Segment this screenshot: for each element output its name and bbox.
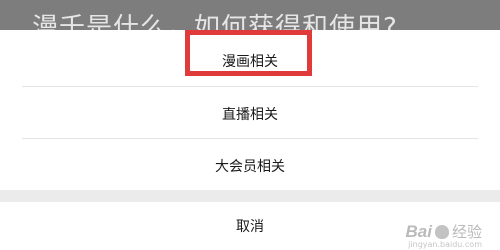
divider bbox=[22, 86, 478, 87]
option-premium-membership[interactable]: 大会员相关 bbox=[0, 140, 500, 192]
action-sheet-options: 漫画相关 直播相关 大会员相关 bbox=[0, 30, 500, 190]
paw-icon bbox=[434, 225, 449, 239]
watermark-url: jingyan.baidu.com bbox=[408, 240, 482, 249]
watermark-suffix: 经验 bbox=[451, 223, 482, 241]
highlight-annotation-box bbox=[185, 30, 312, 76]
option-live-streaming[interactable]: 直播相关 bbox=[0, 88, 500, 140]
baidu-jingyan-watermark: Bai 经验 jingyan.baidu.com bbox=[405, 222, 482, 249]
section-gap bbox=[0, 190, 500, 200]
action-sheet: 漫画相关 直播相关 大会员相关 取消 bbox=[0, 30, 500, 250]
watermark-logo-text: Bai bbox=[405, 222, 432, 241]
divider bbox=[22, 138, 478, 139]
